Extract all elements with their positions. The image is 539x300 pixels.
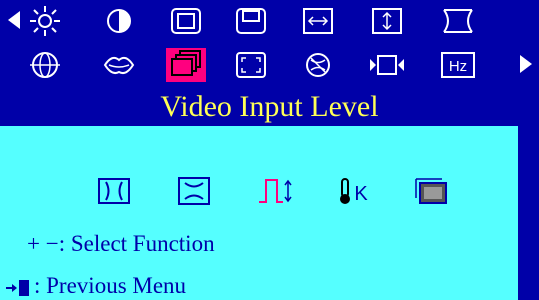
previous-menu-help: : Previous Menu xyxy=(0,273,518,300)
input-select-icon[interactable] xyxy=(366,48,408,82)
degauss-icon[interactable] xyxy=(297,48,339,82)
v-size-icon[interactable] xyxy=(366,4,408,38)
geometry-icon[interactable] xyxy=(24,48,66,82)
contrast-icon[interactable] xyxy=(98,4,140,38)
zoom-icon[interactable] xyxy=(230,48,272,82)
right-arrow-icon[interactable] xyxy=(518,53,534,75)
select-function-help: + −: Select Function xyxy=(27,230,215,258)
temperature-label: K xyxy=(354,183,368,205)
frequency-icon[interactable]: Hz xyxy=(437,48,479,82)
color-temperature-icon[interactable]: K xyxy=(334,176,374,206)
color-control-icon[interactable] xyxy=(412,176,452,206)
brightness-icon[interactable] xyxy=(24,4,66,38)
moire-icon[interactable] xyxy=(98,48,140,82)
h-size-icon[interactable] xyxy=(297,4,339,38)
osd-menu: Hz Video Input Level K + −: Select Funct… xyxy=(0,0,539,300)
pincushion-icon[interactable] xyxy=(94,176,134,206)
image-size-icon[interactable] xyxy=(165,4,207,38)
menu-title: Video Input Level xyxy=(160,90,379,123)
video-input-level-icon[interactable] xyxy=(165,48,207,82)
select-keys: + − xyxy=(27,231,59,256)
menu-row-2: Hz xyxy=(0,44,539,84)
frequency-label: Hz xyxy=(449,58,467,75)
submenu-panel: K + −: Select Function xyxy=(0,126,518,274)
pinbalance-icon[interactable] xyxy=(174,176,214,206)
signal-level-icon[interactable] xyxy=(256,176,296,206)
menu-row-1 xyxy=(0,0,539,40)
pincushion-icon[interactable] xyxy=(437,4,479,38)
select-function-text: : Select Function xyxy=(58,231,215,256)
exit-icon xyxy=(6,280,29,296)
previous-menu-text: : Previous Menu xyxy=(34,273,187,298)
image-position-icon[interactable] xyxy=(230,4,272,38)
